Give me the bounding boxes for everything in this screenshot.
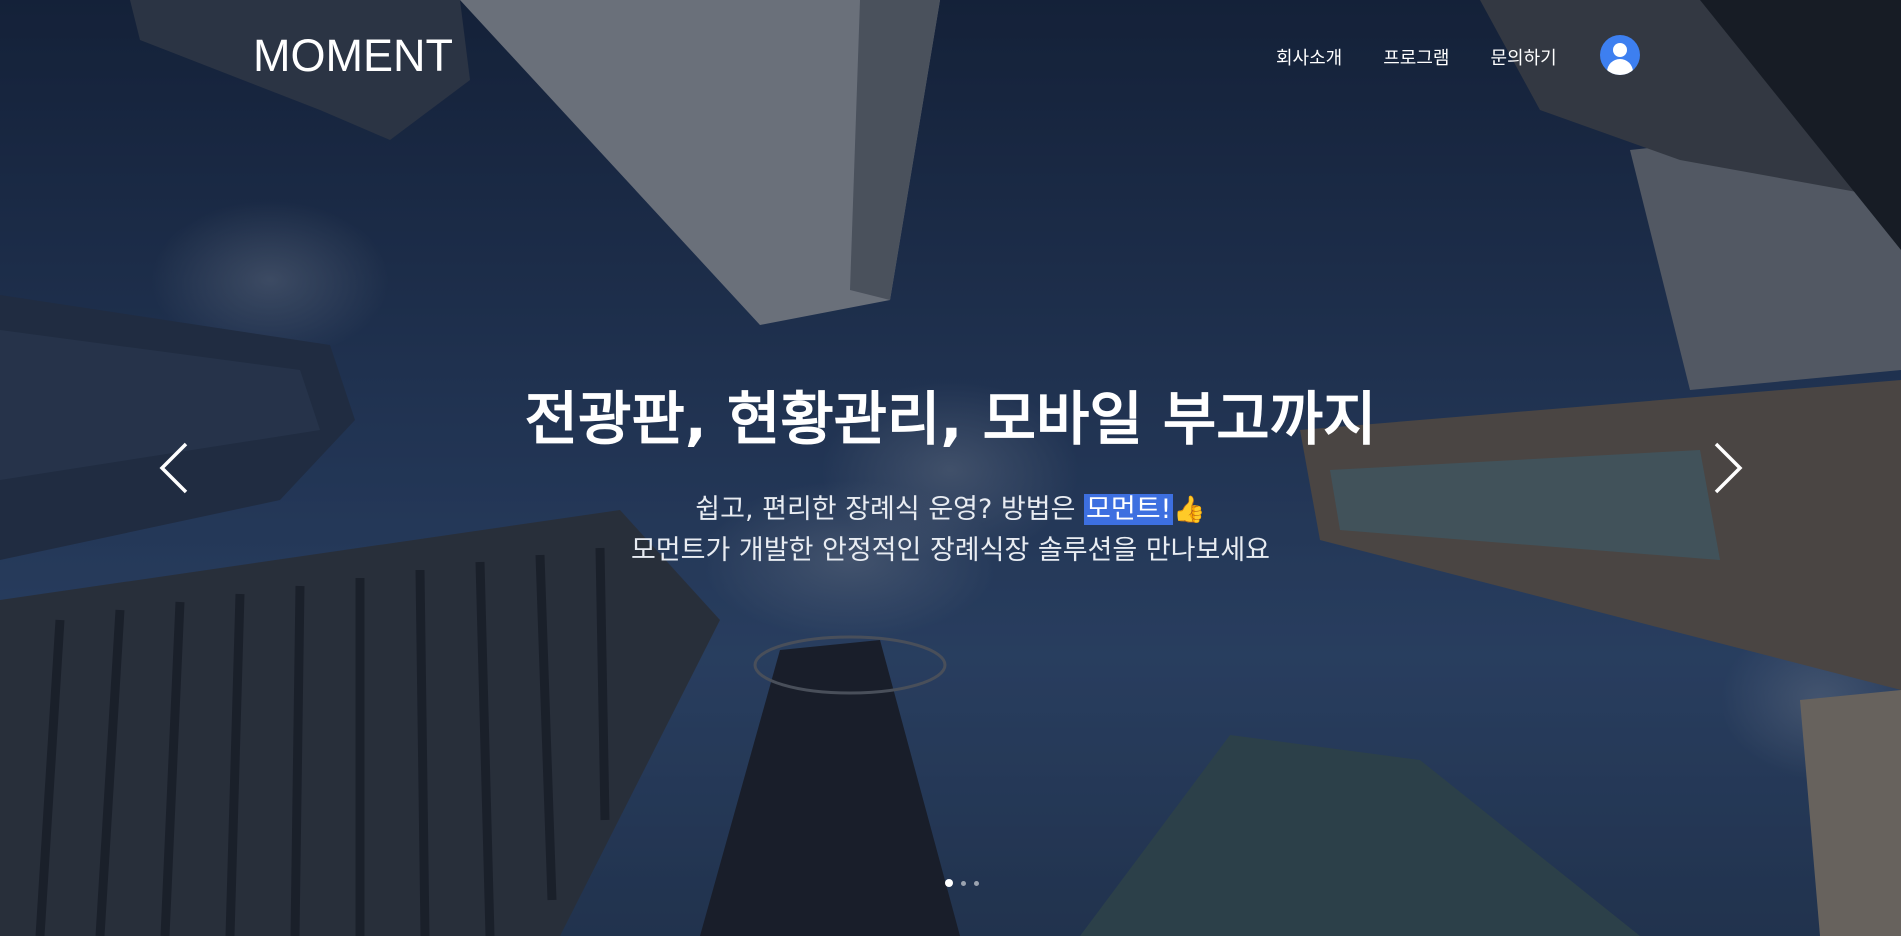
- hero-banner: MOMENT 회사소개 프로그램 문의하기 전광판, 현황관리, 모바일 부고까…: [0, 0, 1901, 936]
- main-nav: 회사소개 프로그램 문의하기: [1276, 44, 1598, 70]
- hero-subline-1: 쉽고, 편리한 장례식 운영? 방법은 모먼트!👍: [0, 487, 1901, 526]
- slide-dot-1[interactable]: [945, 879, 953, 887]
- thumbs-up-icon: 👍: [1173, 495, 1206, 525]
- slide-dot-3[interactable]: [974, 880, 979, 886]
- user-icon[interactable]: [1600, 35, 1640, 75]
- user-icon-head: [1613, 43, 1627, 57]
- user-icon-body: [1607, 59, 1633, 75]
- site-header: MOMENT 회사소개 프로그램 문의하기: [0, 0, 1901, 112]
- hero-subline-2: 모먼트가 개발한 안정적인 장례식장 솔루션을 만나보세요: [630, 535, 1271, 566]
- nav-item-programs[interactable]: 프로그램: [1383, 44, 1449, 70]
- chevron-left-icon[interactable]: [154, 440, 194, 496]
- logo[interactable]: MOMENT: [253, 30, 453, 82]
- chevron-right-icon[interactable]: [1708, 440, 1748, 496]
- nav-item-contact[interactable]: 문의하기: [1491, 44, 1557, 70]
- brand-highlight: 모먼트!: [1084, 494, 1174, 525]
- nav-item-about[interactable]: 회사소개: [1276, 44, 1342, 70]
- hero-headline: 전광판, 현황관리, 모바일 부고까지: [524, 385, 1377, 453]
- dark-overlay: [0, 0, 1901, 936]
- slide-pagination: [945, 879, 987, 887]
- slide-dot-2[interactable]: [961, 880, 966, 886]
- subline-1-text: 쉽고, 편리한 장례식 운영? 방법은: [695, 494, 1085, 525]
